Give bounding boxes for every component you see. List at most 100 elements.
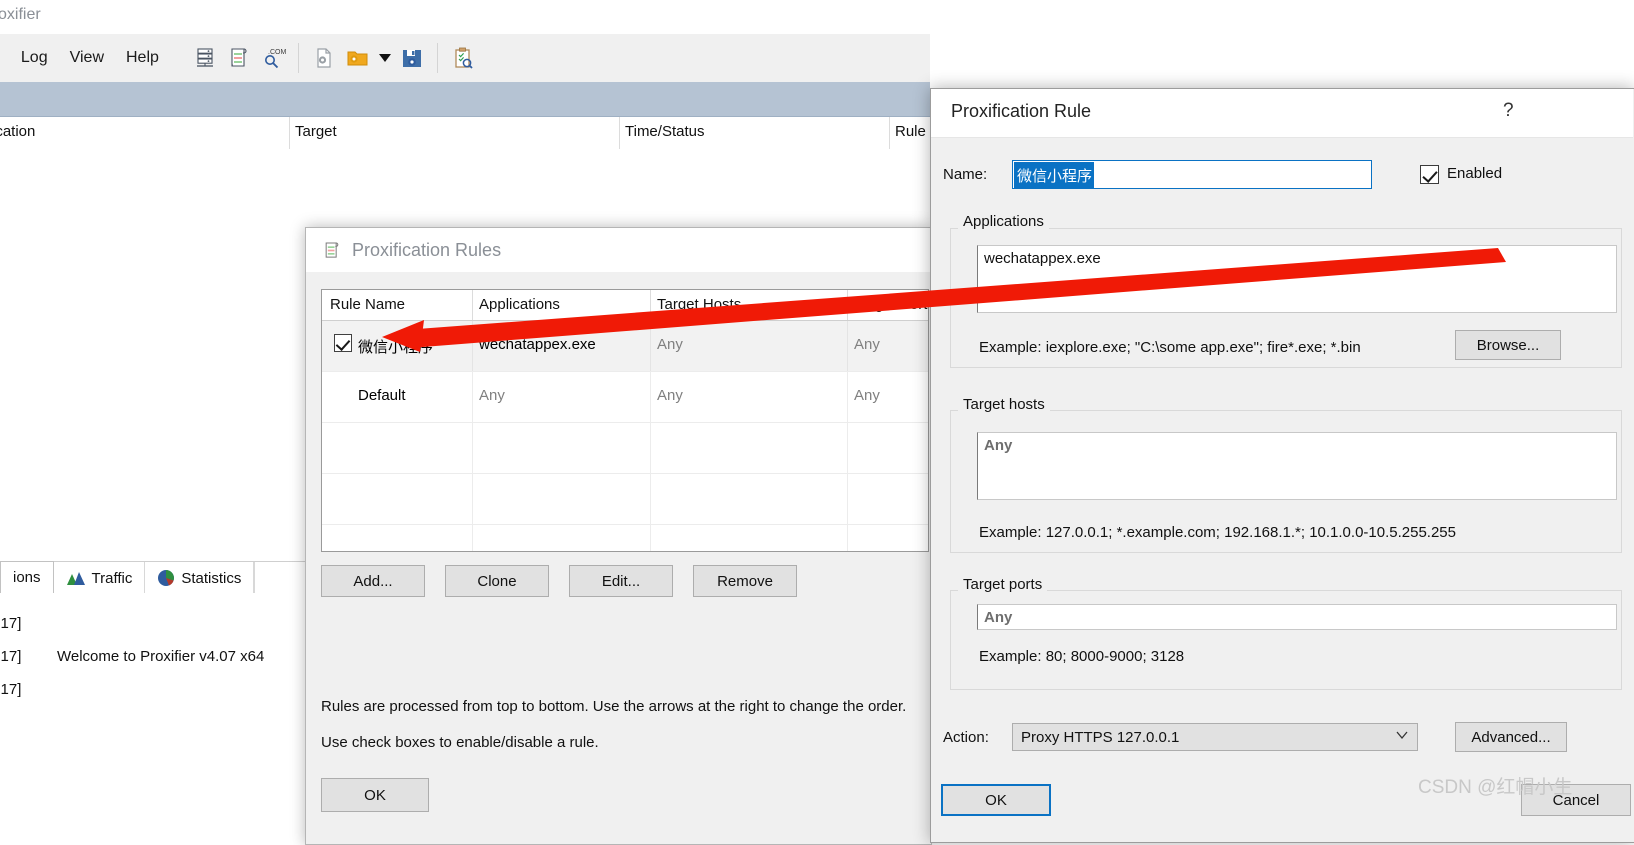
table-row-empty[interactable] — [322, 525, 928, 551]
watermark: CSDN @红帽小生 — [1418, 777, 1573, 798]
table-row[interactable]: 微信小程序 wechatappex.exe Any Any — [322, 321, 928, 372]
advanced-button[interactable]: Advanced... — [1455, 722, 1567, 752]
rules-column-header-target-ports[interactable]: Target Ports — [854, 296, 928, 313]
add-rule-button[interactable]: Add... — [321, 565, 425, 597]
menu-log[interactable]: Log — [10, 45, 59, 71]
menu-help[interactable]: Help — [115, 45, 170, 71]
log-message: Welcome to Proxifier v4.07 x64 — [57, 648, 265, 665]
table-row[interactable]: Default Any Any Any — [322, 372, 928, 423]
tab-connections[interactable]: ions — [0, 561, 54, 594]
cell-divider — [472, 423, 473, 473]
statistics-icon — [157, 569, 175, 587]
action-select[interactable]: Proxy HTTPS 127.0.0.1 — [1012, 723, 1418, 751]
tab-traffic-label: Traffic — [91, 569, 133, 587]
table-row-empty[interactable] — [322, 474, 928, 525]
main-window-title: Proxifier — [0, 6, 41, 23]
open-profile-dropdown-icon[interactable] — [375, 41, 395, 75]
enabled-label: Enabled — [1447, 165, 1503, 182]
column-header-application[interactable]: ication — [0, 123, 35, 140]
traffic-icon — [66, 571, 86, 586]
rules-hint-order: Rules are processed from top to bottom. … — [321, 698, 907, 715]
cell-divider — [847, 525, 848, 551]
toolbar-group-3 — [446, 41, 480, 75]
log-verbosity-icon[interactable] — [446, 41, 480, 75]
name-resolution-icon[interactable]: .COM — [256, 41, 290, 75]
tabstrip-end-divider — [254, 562, 256, 594]
toolbar-group-2 — [307, 41, 429, 75]
rules-table[interactable]: Rule Name Applications Target Hosts Targ… — [321, 289, 929, 552]
menu-view[interactable]: View — [59, 45, 115, 71]
chevron-down-icon — [1396, 731, 1408, 742]
name-input[interactable]: 微信小程序 — [1012, 160, 1372, 189]
target-ports-example: Example: 80; 8000-9000; 3128 — [979, 648, 1185, 665]
proxification-rules-icon[interactable] — [222, 41, 256, 75]
open-profile-icon[interactable] — [341, 41, 375, 75]
main-window-titlebar: Proxifier — [0, 0, 930, 34]
column-header-time-status[interactable]: Time/Status — [625, 123, 704, 140]
rules-column-divider — [472, 290, 473, 320]
proxification-rules-dialog-title: Proxification Rules — [352, 239, 502, 260]
profile-settings-icon[interactable] — [307, 41, 341, 75]
name-input-value: 微信小程序 — [1014, 162, 1095, 188]
log-timestamp: 5:17] — [0, 681, 22, 698]
rules-column-header-target-hosts[interactable]: Target Hosts — [657, 296, 741, 313]
applications-group-caption: Applications — [958, 213, 1049, 230]
target-hosts-example: Example: 127.0.0.1; *.example.com; 192.1… — [979, 524, 1456, 541]
proxification-rule-dialog-title: Proxification Rule — [951, 101, 1092, 121]
clone-rule-button[interactable]: Clone — [445, 565, 549, 597]
proxification-rules-dialog: Proxification Rules Rule Name Applicatio… — [305, 227, 932, 845]
rule-ok-button[interactable]: OK — [941, 784, 1051, 816]
toolbar-separator-1 — [297, 43, 299, 73]
cell-applications: wechatappex.exe — [479, 336, 596, 353]
rule-enabled-checkbox[interactable] — [334, 334, 352, 352]
proxification-rules-dialog-titlebar: Proxification Rules — [306, 228, 931, 272]
help-icon[interactable]: ? — [1503, 100, 1514, 122]
applications-textarea[interactable]: wechatappex.exe — [977, 245, 1617, 313]
cell-divider — [847, 372, 848, 422]
cell-applications: Any — [479, 387, 505, 404]
proxy-servers-icon[interactable] — [188, 41, 222, 75]
enabled-checkbox[interactable] — [1420, 165, 1439, 184]
tab-traffic[interactable]: Traffic — [53, 562, 146, 594]
save-profile-icon[interactable] — [395, 41, 429, 75]
cell-divider — [847, 474, 848, 524]
cell-divider — [472, 372, 473, 422]
cell-rule-name: 微信小程序 — [358, 339, 434, 356]
proxification-rules-icon — [322, 240, 342, 261]
target-ports-group-caption: Target ports — [958, 576, 1048, 593]
rules-column-header-rule-name[interactable]: Rule Name — [330, 296, 405, 313]
table-row-empty[interactable] — [322, 423, 928, 474]
target-hosts-textarea[interactable]: Any — [977, 432, 1617, 500]
cell-divider — [650, 423, 651, 473]
edit-rule-button[interactable]: Edit... — [569, 565, 673, 597]
action-label: Action: — [943, 729, 989, 746]
remove-rule-button[interactable]: Remove — [693, 565, 797, 597]
cell-divider — [650, 372, 651, 422]
tab-connections-label: ions — [13, 569, 41, 586]
menu-file[interactable]: e — [0, 45, 10, 71]
column-header-rule[interactable]: Rule — [895, 123, 926, 140]
svg-text:.COM: .COM — [268, 49, 286, 56]
toolbar-separator-2 — [436, 43, 438, 73]
action-select-value: Proxy HTTPS 127.0.0.1 — [1021, 728, 1180, 746]
name-label: Name: — [943, 166, 988, 183]
rules-ok-button[interactable]: OK — [321, 778, 429, 812]
cell-divider — [847, 423, 848, 473]
rules-hint-checkbox: Use check boxes to enable/disable a rule… — [321, 734, 599, 751]
toolbar-group-1: .COM — [188, 41, 290, 75]
cell-divider — [472, 474, 473, 524]
cell-target-ports: Any — [854, 387, 880, 404]
applications-example: Example: iexplore.exe; "C:\some app.exe"… — [979, 339, 1361, 356]
column-divider — [889, 117, 890, 149]
connections-column-header: ication Target Time/Status Rule — [0, 117, 930, 150]
cell-target-hosts: Any — [657, 336, 683, 353]
rules-column-header-applications[interactable]: Applications — [479, 296, 560, 313]
cell-rule-name: Default — [358, 387, 406, 404]
cell-divider — [650, 321, 651, 371]
target-ports-input[interactable]: Any — [977, 604, 1617, 630]
tab-statistics[interactable]: Statistics — [145, 562, 255, 594]
cell-divider — [847, 321, 848, 371]
browse-button[interactable]: Browse... — [1455, 330, 1561, 360]
column-header-target[interactable]: Target — [295, 123, 337, 140]
rules-dialog-button-row: Add... Clone Edit... Remove — [321, 565, 921, 597]
